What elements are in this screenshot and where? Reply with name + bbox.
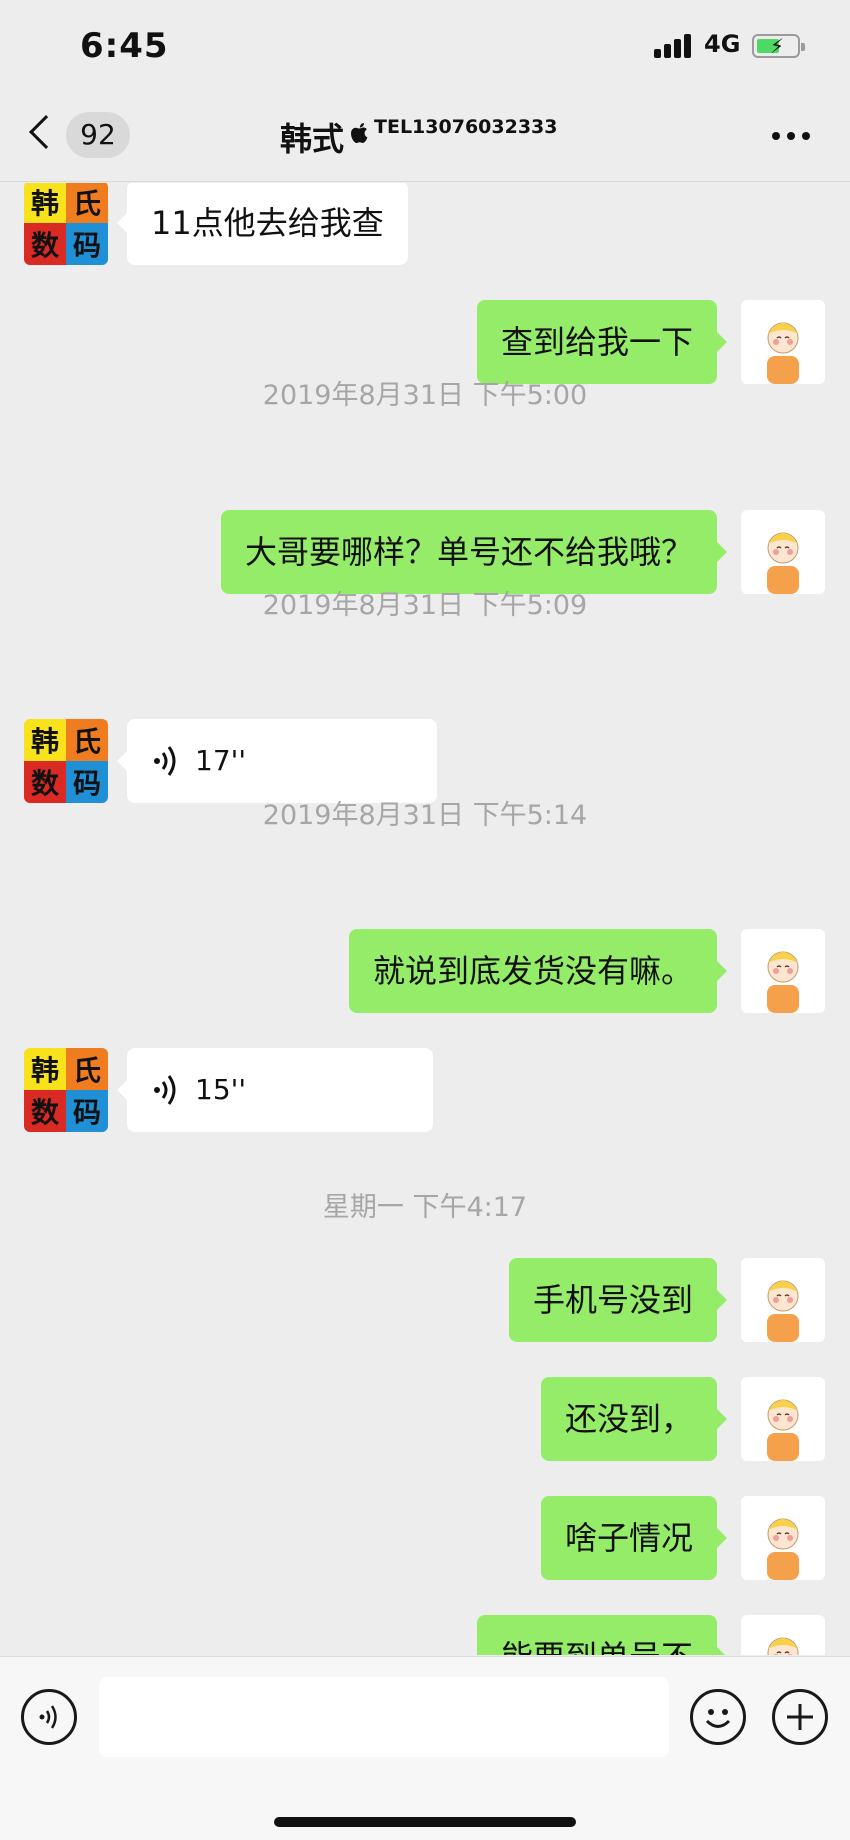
contact-name: 韩式 — [280, 120, 345, 158]
chat-title: 韩式 TEL13076032333 — [280, 114, 557, 160]
message-list[interactable]: 韩 氏 数 码 11点他去给我查 查到给我一下 2019年8月31日 下午5:0… — [0, 183, 850, 1655]
contact-avatar[interactable]: 韩 氏 数 码 — [24, 719, 108, 803]
voice-wave-icon — [39, 1705, 57, 1729]
timestamp: 2019年8月31日 下午5:14 — [262, 800, 588, 831]
ellipsis-icon[interactable] — [772, 132, 812, 142]
cartoon-boy-icon — [767, 322, 799, 384]
avatar-char: 数 — [24, 1090, 66, 1132]
my-avatar[interactable] — [741, 929, 825, 1013]
timestamp: 2019年8月31日 下午5:00 — [262, 380, 588, 411]
plus-glyph-icon — [787, 1704, 813, 1730]
voice-wave-icon — [154, 1075, 176, 1105]
cartoon-boy-icon — [767, 1399, 799, 1461]
contact-avatar[interactable]: 韩 氏 数 码 — [24, 183, 108, 265]
network-type: 4G — [704, 30, 741, 58]
avatar-char: 数 — [24, 223, 66, 265]
timestamp: 星期一 下午4:17 — [322, 1192, 528, 1223]
my-avatar[interactable] — [741, 300, 825, 384]
avatar-char: 码 — [66, 223, 108, 265]
unread-count-badge[interactable]: 92 — [66, 112, 130, 158]
message-bubble[interactable]: 查到给我一下 — [476, 300, 728, 384]
message-bubble[interactable]: 手机号没到 — [508, 1258, 728, 1342]
message-bubble[interactable]: 还没到， — [540, 1377, 728, 1461]
avatar-char: 韩 — [24, 1048, 66, 1090]
message-bubble[interactable]: 啥子情况 — [540, 1496, 728, 1580]
voice-message-bubble[interactable]: 15'' — [117, 1048, 433, 1132]
smiley-icon — [705, 1709, 731, 1728]
home-indicator[interactable] — [274, 1817, 576, 1827]
contact-phone: TEL13076032333 — [374, 116, 558, 138]
voice-duration: 15'' — [195, 1073, 247, 1106]
avatar-char: 氏 — [66, 1048, 108, 1090]
avatar-char: 氏 — [66, 719, 108, 761]
timestamp: 2019年8月31日 下午5:09 — [262, 590, 588, 621]
cellular-signal-icon — [654, 34, 694, 58]
input-bar — [0, 1656, 850, 1840]
voice-wave-icon — [154, 746, 176, 776]
my-avatar[interactable] — [741, 1615, 825, 1655]
message-bubble[interactable]: 就说到底发货没有嘛。 — [348, 929, 728, 1013]
message-bubble[interactable]: 大哥要哪样？单号还不给我哦？ — [220, 510, 728, 594]
message-bubble[interactable]: 能要到单号不 — [476, 1615, 728, 1655]
my-avatar[interactable] — [741, 1258, 825, 1342]
my-avatar[interactable] — [741, 1377, 825, 1461]
back-chevron-icon[interactable] — [29, 115, 63, 149]
cartoon-boy-icon — [767, 1280, 799, 1342]
avatar-char: 码 — [66, 1090, 108, 1132]
apple-icon — [351, 123, 368, 143]
battery-icon: ⚡ — [752, 34, 805, 58]
cartoon-boy-icon — [767, 532, 799, 594]
my-avatar[interactable] — [741, 1496, 825, 1580]
contact-avatar[interactable]: 韩 氏 数 码 — [24, 1048, 108, 1132]
avatar-char: 韩 — [24, 183, 66, 223]
my-avatar[interactable] — [741, 510, 825, 594]
status-time: 6:45 — [80, 26, 169, 66]
emoji-icon[interactable] — [690, 1689, 746, 1745]
cartoon-boy-icon — [767, 1637, 799, 1655]
cartoon-boy-icon — [767, 1518, 799, 1580]
voice-message-bubble[interactable]: 17'' — [117, 719, 437, 803]
voice-mode-icon[interactable] — [21, 1689, 77, 1745]
plus-icon[interactable] — [772, 1689, 828, 1745]
voice-duration: 17'' — [195, 744, 247, 777]
message-input[interactable] — [99, 1677, 669, 1757]
chat-header: 92 韩式 TEL13076032333 — [0, 96, 850, 182]
avatar-char: 氏 — [66, 183, 108, 223]
cartoon-boy-icon — [767, 951, 799, 1013]
avatar-char: 韩 — [24, 719, 66, 761]
message-bubble[interactable]: 11点他去给我查 — [117, 183, 408, 265]
status-bar: 6:45 4G ⚡ — [0, 0, 850, 96]
